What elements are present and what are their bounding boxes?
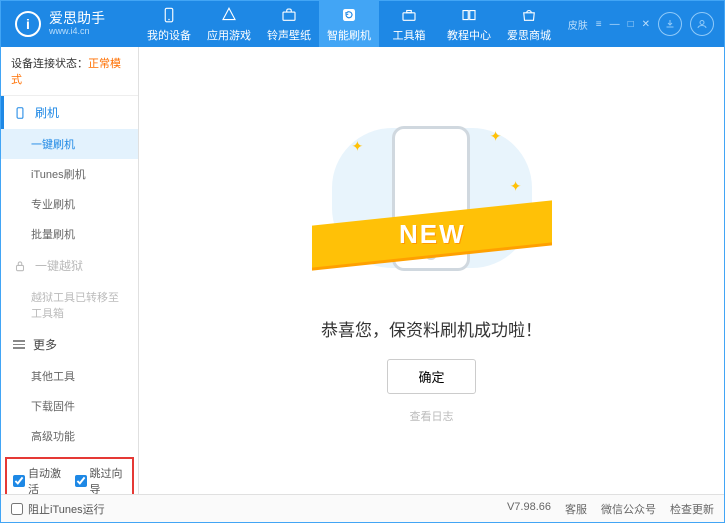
user-icon[interactable] xyxy=(690,12,714,36)
briefcase-icon xyxy=(280,6,298,24)
options-box: 自动激活 跳过向导 xyxy=(5,457,134,494)
download-icon[interactable] xyxy=(658,12,682,36)
sidebar-flash-header[interactable]: 刷机 xyxy=(1,96,138,129)
success-message: 恭喜您，保资料刷机成功啦！ xyxy=(321,316,542,341)
phone-icon xyxy=(13,106,27,120)
titlebar: i 爱思助手 www.i4.cn 我的设备 应用游戏 铃声壁纸 智能刷机 xyxy=(1,1,724,47)
success-illustration: ✦ ✦ ✦ NEW xyxy=(322,118,542,298)
toolbox-icon xyxy=(400,6,418,24)
sidebar-item-download-fw[interactable]: 下载固件 xyxy=(1,391,138,421)
refresh-icon xyxy=(340,6,358,24)
main-content: ✦ ✦ ✦ NEW 恭喜您，保资料刷机成功啦！ 确定 查看日志 xyxy=(139,47,724,494)
sidebar-item-batch[interactable]: 批量刷机 xyxy=(1,219,138,249)
nav-toolbox[interactable]: 工具箱 xyxy=(379,1,439,47)
version-label: V7.98.66 xyxy=(507,501,551,517)
brand-url: www.i4.cn xyxy=(49,27,105,37)
sidebar-item-advanced[interactable]: 高级功能 xyxy=(1,421,138,451)
connection-status: 设备连接状态：正常模式 xyxy=(1,47,138,96)
maximize-button[interactable]: □ xyxy=(628,19,634,30)
nav-tutorials[interactable]: 教程中心 xyxy=(439,1,499,47)
check-update-link[interactable]: 检查更新 xyxy=(670,501,714,517)
nav-apps[interactable]: 应用游戏 xyxy=(199,1,259,47)
brand-name: 爱思助手 xyxy=(49,11,105,26)
store-icon xyxy=(520,6,538,24)
minimize-button[interactable]: — xyxy=(610,19,620,30)
menu-icon xyxy=(13,340,25,349)
nav-ringtones[interactable]: 铃声壁纸 xyxy=(259,1,319,47)
lock-icon xyxy=(13,259,27,273)
sidebar-jailbreak-header: 一键越狱 xyxy=(1,249,138,282)
statusbar: 阻止iTunes运行 V7.98.66 客服 微信公众号 检查更新 xyxy=(1,494,724,522)
view-log-link[interactable]: 查看日志 xyxy=(410,408,454,424)
sidebar-item-pro[interactable]: 专业刷机 xyxy=(1,189,138,219)
close-button[interactable]: ✕ xyxy=(642,19,650,30)
nav-my-device[interactable]: 我的设备 xyxy=(139,1,199,47)
app-window: i 爱思助手 www.i4.cn 我的设备 应用游戏 铃声壁纸 智能刷机 xyxy=(0,0,725,523)
wechat-link[interactable]: 微信公众号 xyxy=(601,501,656,517)
apps-icon xyxy=(220,6,238,24)
auto-activate-checkbox[interactable]: 自动激活 xyxy=(13,465,65,494)
skin-button[interactable]: 皮肤 xyxy=(568,17,588,32)
sidebar-item-oneclick[interactable]: 一键刷机 xyxy=(1,129,138,159)
skip-setup-checkbox[interactable]: 跳过向导 xyxy=(75,465,127,494)
sidebar-item-other-tools[interactable]: 其他工具 xyxy=(1,361,138,391)
block-itunes-checkbox[interactable]: 阻止iTunes运行 xyxy=(11,501,105,517)
book-icon xyxy=(460,6,478,24)
nav-store[interactable]: 爱思商城 xyxy=(499,1,559,47)
logo: i 爱思助手 www.i4.cn xyxy=(1,11,139,37)
phone-icon xyxy=(160,6,178,24)
sidebar-more-header[interactable]: 更多 xyxy=(1,328,138,361)
menu-button[interactable]: ≡ xyxy=(596,19,602,30)
sidebar-jailbreak-notice: 越狱工具已转移至工具箱 xyxy=(1,282,138,328)
ok-button[interactable]: 确定 xyxy=(387,359,475,394)
sidebar-item-itunes[interactable]: iTunes刷机 xyxy=(1,159,138,189)
support-link[interactable]: 客服 xyxy=(565,501,587,517)
window-controls: 皮肤 ≡ — □ ✕ xyxy=(568,12,724,36)
logo-icon: i xyxy=(15,11,41,37)
sidebar: 设备连接状态：正常模式 刷机 一键刷机 iTunes刷机 专业刷机 批量刷机 一… xyxy=(1,47,139,494)
top-nav: 我的设备 应用游戏 铃声壁纸 智能刷机 工具箱 教程中心 xyxy=(139,1,568,47)
nav-smart-flash[interactable]: 智能刷机 xyxy=(319,1,379,47)
